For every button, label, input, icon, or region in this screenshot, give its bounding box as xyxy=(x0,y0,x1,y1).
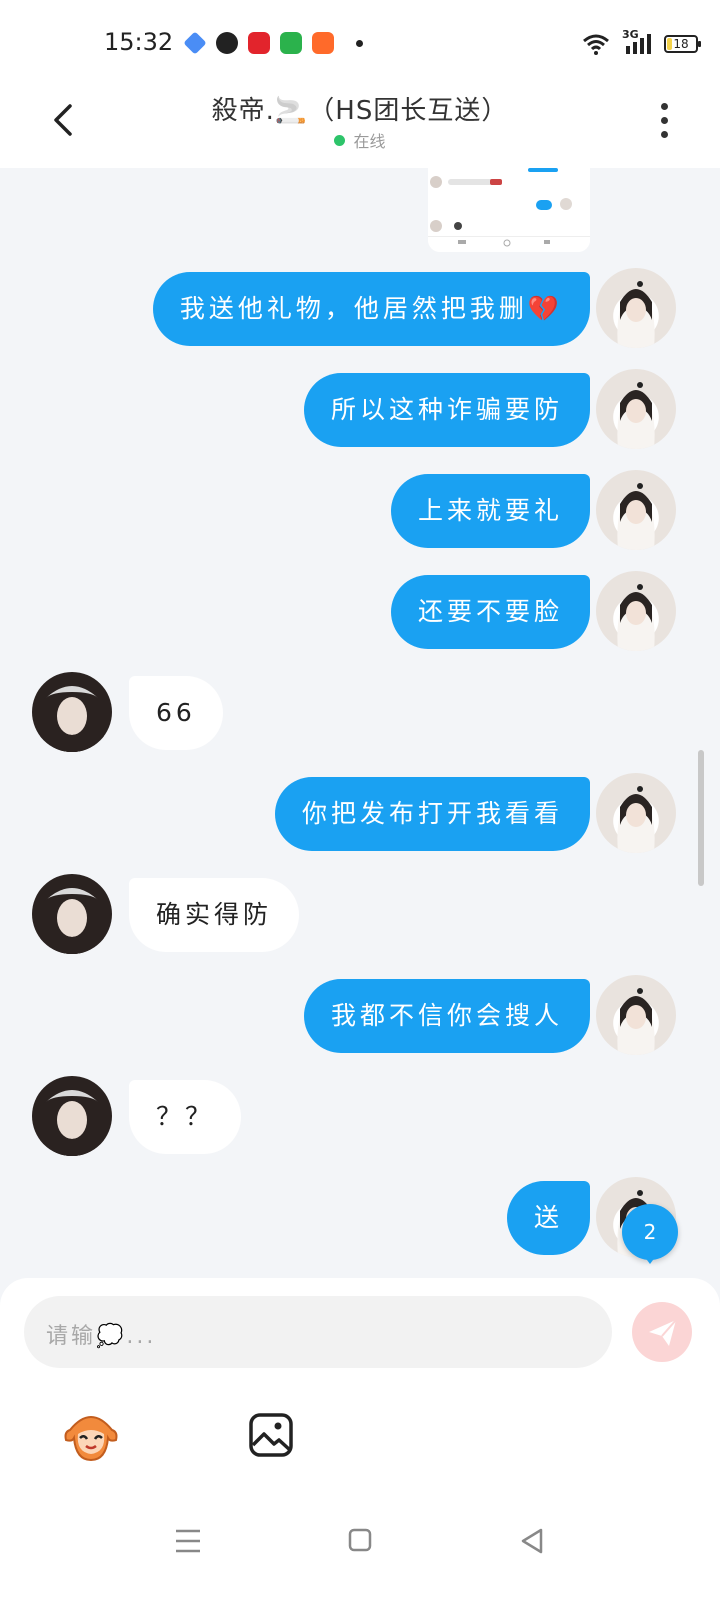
recents-button[interactable] xyxy=(175,1528,201,1554)
triangle-back-icon xyxy=(521,1528,543,1554)
contact-avatar[interactable] xyxy=(32,672,112,752)
status-bar: 15:32 3G 18 xyxy=(0,0,720,80)
system-nav-bar xyxy=(0,1500,720,1600)
message-row: 确实得防 xyxy=(0,874,720,954)
presence-text: 在线 xyxy=(353,132,386,151)
menu-icon xyxy=(176,1529,200,1553)
message-row: 你把发布打开我看看 xyxy=(0,773,720,853)
message-row: 66 xyxy=(0,672,720,752)
chat-header: 殺帝.🚬（HS团长互送） 在线 xyxy=(0,80,720,168)
message-input[interactable]: 请输💭... xyxy=(24,1296,612,1368)
contact-avatar[interactable] xyxy=(32,874,112,954)
sent-message-bubble[interactable]: 我送他礼物，他居然把我删💔 xyxy=(152,272,590,346)
square-icon xyxy=(348,1528,372,1552)
message-row: 我送他礼物，他居然把我删💔 xyxy=(0,268,720,348)
presence-status: 在线 xyxy=(0,128,720,152)
screenshot-image-message[interactable] xyxy=(428,168,590,252)
battery-icon: 18 xyxy=(664,35,701,53)
more-options-button[interactable] xyxy=(652,98,676,142)
send-icon xyxy=(649,1319,677,1346)
battery-level: 18 xyxy=(673,37,689,51)
received-message-bubble[interactable]: 确实得防 xyxy=(129,878,300,952)
wifi-icon xyxy=(583,34,609,55)
sent-message-bubble[interactable]: 上来就要礼 xyxy=(390,474,590,548)
scrollbar[interactable] xyxy=(698,750,704,886)
online-dot xyxy=(334,134,346,146)
message-row: 上来就要礼 xyxy=(0,470,720,550)
message-row: 所以这种诈骗要防 xyxy=(0,369,720,449)
message-row: 我都不信你会搜人 xyxy=(0,975,720,1055)
my-avatar[interactable] xyxy=(596,369,676,449)
red-app-icon xyxy=(248,32,270,54)
green-app-icon xyxy=(280,32,302,54)
image-picker-button[interactable] xyxy=(248,1412,294,1458)
contact-avatar[interactable] xyxy=(32,1076,112,1156)
signal-icon: 3G xyxy=(622,28,652,56)
unread-count-badge[interactable]: 2 xyxy=(622,1204,678,1264)
sent-message-bubble[interactable]: 所以这种诈骗要防 xyxy=(303,373,590,447)
more-notifications-dot xyxy=(356,39,363,47)
message-row: 还要不要脸 xyxy=(0,571,720,651)
sent-message-bubble[interactable]: 送 xyxy=(506,1181,590,1255)
received-message-bubble[interactable]: ？？ xyxy=(129,1080,242,1154)
status-right: 3G 18 xyxy=(582,28,701,56)
home-button[interactable] xyxy=(348,1528,372,1552)
send-button[interactable] xyxy=(632,1302,692,1362)
image-icon xyxy=(249,1413,293,1457)
more-vertical-icon xyxy=(660,102,668,110)
my-avatar[interactable] xyxy=(596,773,676,853)
my-avatar[interactable] xyxy=(596,571,676,651)
sent-message-bubble[interactable]: 我都不信你会搜人 xyxy=(303,979,590,1053)
status-time: 15:32 xyxy=(104,28,174,56)
received-message-bubble[interactable]: 66 xyxy=(129,676,223,750)
notification-icons xyxy=(183,31,363,55)
screenshot-thumbnail xyxy=(428,168,590,252)
input-placeholder: 请输💭... xyxy=(46,1324,157,1349)
emoji-button[interactable] xyxy=(60,1408,122,1468)
message-row: 送 xyxy=(0,1177,720,1257)
my-avatar[interactable] xyxy=(596,470,676,550)
monkey-emoji-icon xyxy=(64,1416,118,1462)
my-avatar[interactable] xyxy=(596,268,676,348)
system-back-button[interactable] xyxy=(520,1528,544,1554)
sent-message-bubble[interactable]: 你把发布打开我看看 xyxy=(274,777,590,851)
wechat-app-icon xyxy=(216,32,238,54)
chat-title: 殺帝.🚬（HS团长互送） xyxy=(211,96,509,126)
message-row: ？？ xyxy=(0,1076,720,1156)
my-avatar[interactable] xyxy=(596,975,676,1055)
sent-message-bubble[interactable]: 还要不要脸 xyxy=(390,575,590,649)
message-list[interactable]: 我送他礼物，他居然把我删💔 所以这种诈骗要防上来就要礼还要不要脸 66 你把发布打开我… xyxy=(0,168,720,1278)
browser-app-icon xyxy=(183,31,207,55)
orange-app-icon xyxy=(312,32,334,54)
